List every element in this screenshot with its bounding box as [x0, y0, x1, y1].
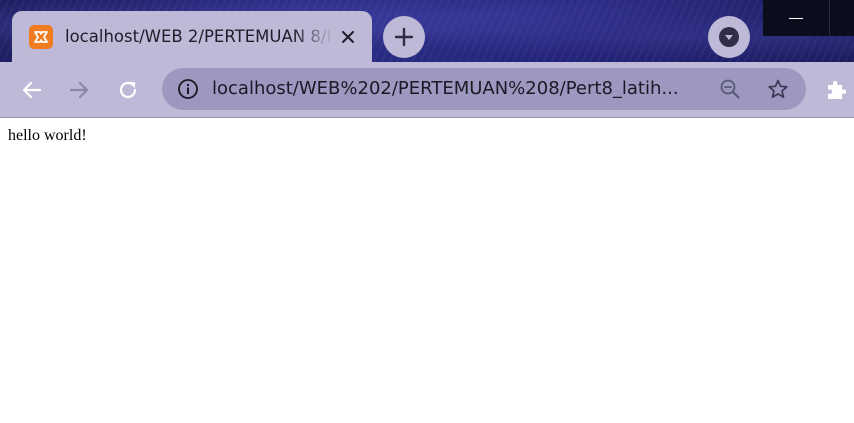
back-button[interactable]: [15, 73, 49, 107]
back-arrow-icon: [21, 79, 43, 101]
chevron-down-icon: [718, 26, 740, 48]
minimize-icon: [789, 17, 803, 19]
tab-strip: localhost/WEB 2/PERTEMUAN 8/Pert8_latiha…: [0, 0, 854, 62]
new-tab-button[interactable]: [383, 16, 425, 58]
reload-button[interactable]: [111, 73, 145, 107]
close-icon[interactable]: [336, 25, 360, 49]
forward-arrow-icon: [68, 79, 90, 101]
xampp-icon: [29, 25, 53, 49]
puzzle-icon[interactable]: [822, 77, 850, 103]
browser-window: localhost/WEB 2/PERTEMUAN 8/Pert8_latiha…: [0, 0, 854, 423]
page-text: hello world!: [8, 127, 87, 144]
zoom-out-icon[interactable]: [718, 77, 742, 101]
star-icon[interactable]: [766, 77, 790, 101]
url-text[interactable]: localhost/WEB%202/PERTEMUAN%208/Pert8_la…: [212, 77, 706, 101]
minimize-button[interactable]: [763, 0, 829, 36]
reload-icon: [117, 79, 139, 101]
tab-active[interactable]: localhost/WEB 2/PERTEMUAN 8/Pert8_latiha…: [12, 11, 372, 62]
toolbar: localhost/WEB%202/PERTEMUAN%208/Pert8_la…: [0, 62, 854, 118]
page-content: hello world!: [0, 118, 854, 423]
plus-icon: [394, 27, 414, 47]
forward-button[interactable]: [62, 73, 96, 107]
info-icon[interactable]: [176, 77, 200, 101]
address-bar[interactable]: localhost/WEB%202/PERTEMUAN%208/Pert8_la…: [162, 68, 806, 110]
tab-title: localhost/WEB 2/PERTEMUAN 8/Pert8_latiha…: [65, 27, 333, 46]
maximize-button[interactable]: [829, 0, 854, 36]
window-controls: [763, 0, 854, 36]
tab-search-button[interactable]: [708, 16, 750, 58]
